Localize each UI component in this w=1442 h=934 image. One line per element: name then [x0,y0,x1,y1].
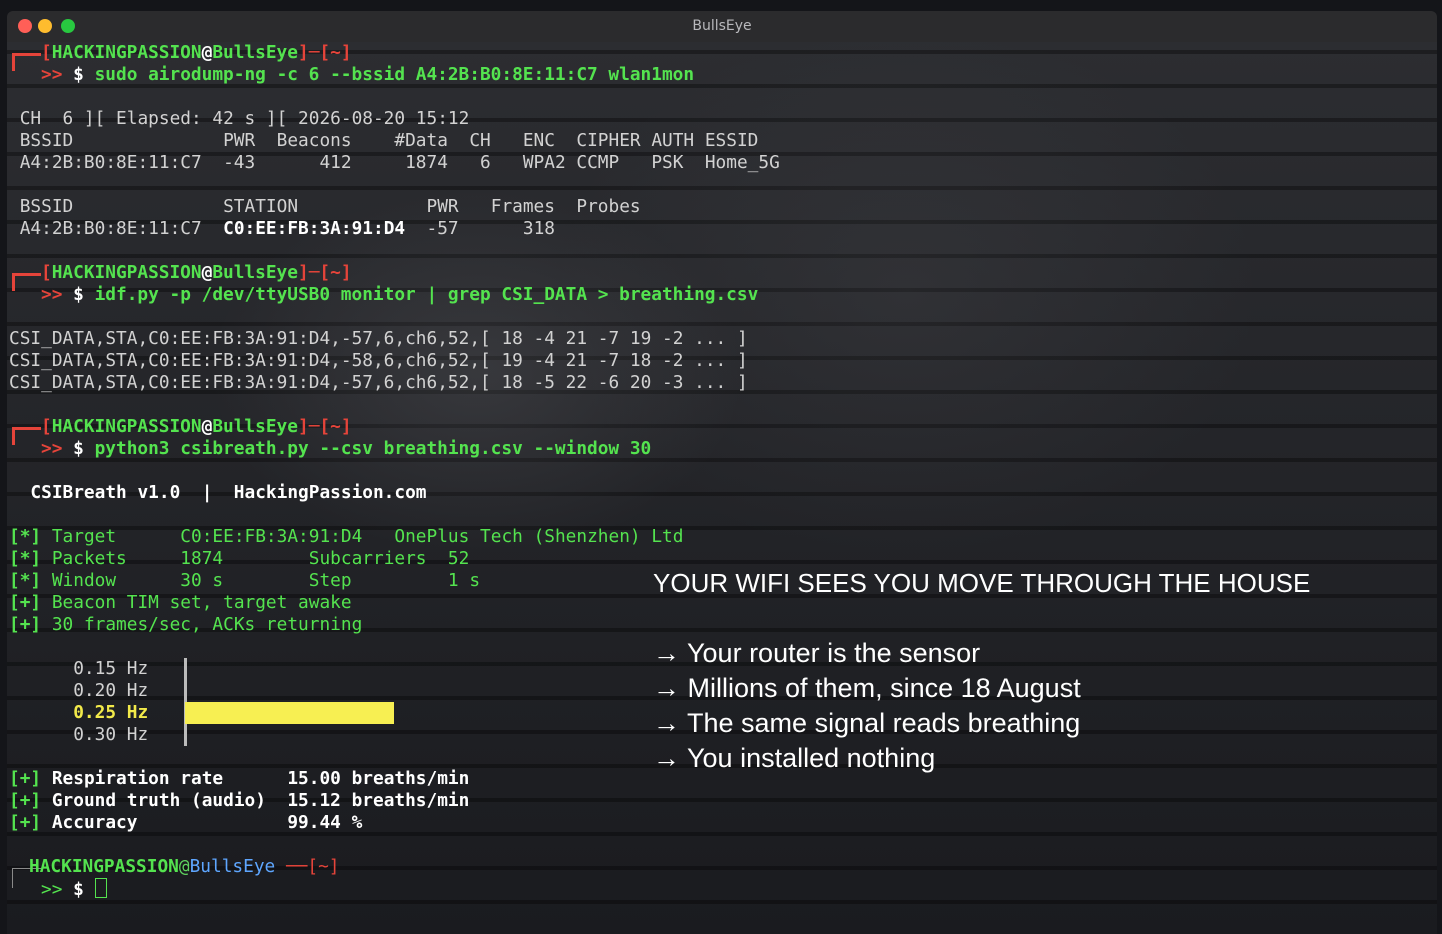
banner: CSIBreath v1.0 | HackingPassion.com [9,482,427,503]
csi-data-line: CSI_DATA,STA,C0:EE:FB:3A:91:D4,-57,6,ch6… [9,372,748,393]
freq-label: 0.30 Hz [9,724,149,745]
prompt-corner-line [12,427,41,445]
overlay-item: → The same signal reads breathing [653,708,1081,738]
result-accuracy: [+] Accuracy 99.44 % [9,812,363,833]
freq-label: 0.20 Hz [9,680,149,701]
prompt-header: [HACKINGPASSION@BullsEye]─[~] [41,262,352,283]
prompt-corner-line [12,273,41,291]
freq-label: 0.15 Hz [9,658,149,679]
text-cursor [94,878,107,898]
csi-data-line: CSI_DATA,STA,C0:EE:FB:3A:91:D4,-58,6,ch6… [9,350,748,371]
info-target: [*] Target C0:EE:FB:3A:91:D4 OnePlus Tec… [9,526,684,547]
freq-label-peak: 0.25 Hz [9,702,149,723]
prompt-header: [HACKINGPASSION@BullsEye]─[~] [41,42,352,63]
command-line-1: >> $ sudo airodump-ng -c 6 --bssid A4:2B… [41,64,695,85]
station-table-header: BSSID STATION PWR Frames Probes [9,196,641,217]
ap-table-header: BSSID PWR Beacons #Data CH ENC CIPHER AU… [9,130,759,151]
station-table-row: A4:2B:B0:8E:11:C7 C0:EE:FB:3A:91:D4 -57 … [9,218,555,239]
info-frames: [+] 30 frames/sec, ACKs returning [9,614,363,635]
terminal-window: BullsEye [HACKINGPASSION@BullsEye]─[~] >… [0,0,1442,934]
ap-table-row: A4:2B:B0:8E:11:C7 -43 412 1874 6 WPA2 CC… [9,152,780,173]
overlay-item: → You installed nothing [653,743,936,773]
terminal-area[interactable]: [HACKINGPASSION@BullsEye]─[~] >> $ sudo … [7,42,1437,934]
csi-data-line: CSI_DATA,STA,C0:EE:FB:3A:91:D4,-57,6,ch6… [9,328,748,349]
command-line-2: >> $ idf.py -p /dev/ttyUSB0 monitor | gr… [41,284,759,305]
overlay-headline: YOUR WIFI SEES YOU MOVE THROUGH THE HOUS… [653,568,1311,598]
prompt-header: [HACKINGPASSION@BullsEye]─[~] [41,416,352,437]
window-title: BullsEye [692,18,752,34]
airodump-status: CH 6 ][ Elapsed: 42 s ][ 2026-08-20 15:1… [9,108,470,129]
command-line-3: >> $ python3 csibreath.py --csv breathin… [41,438,652,459]
info-window: [*] Window 30 s Step 1 s [9,570,481,591]
prompt-corner-line [12,53,41,71]
overlay-item: → Millions of them, since 18 August [653,673,1081,703]
prompt-header: HACKINGPASSION@BullsEye ──[~] [29,856,340,877]
result-respiration: [+] Respiration rate 15.00 breaths/min [9,768,470,789]
freq-bar-peak [185,702,394,724]
title-bar[interactable]: BullsEye [7,11,1437,42]
station-mac: C0:EE:FB:3A:91:D4 [223,218,406,239]
info-packets: [*] Packets 1874 Subcarriers 52 [9,548,470,569]
command-line-4[interactable]: >> $ [41,878,107,900]
result-ground-truth: [+] Ground truth (audio) 15.12 breaths/m… [9,790,470,811]
overlay-item: → Your router is the sensor [653,638,981,668]
info-beacon: [+] Beacon TIM set, target awake [9,592,352,613]
